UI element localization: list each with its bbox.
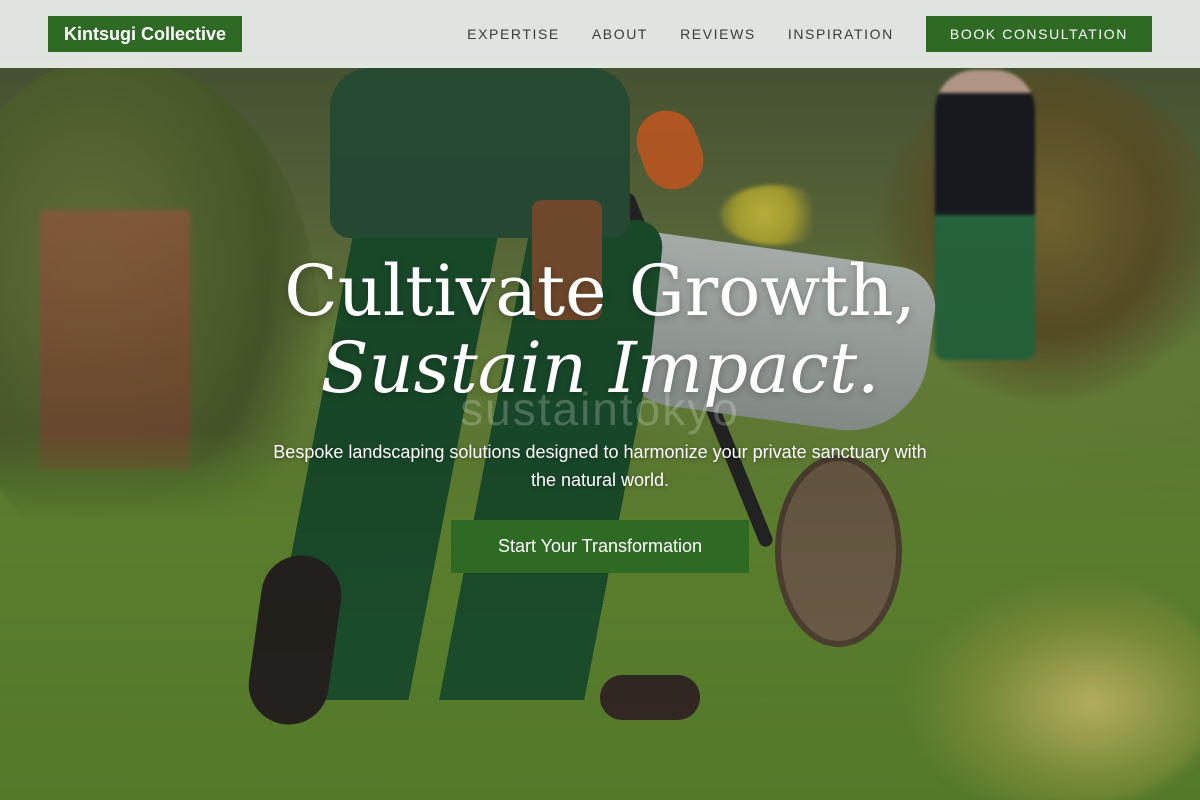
nav-link-expertise[interactable]: EXPERTISE [467,26,560,42]
navbar: Kintsugi Collective EXPERTISE ABOUT REVI… [0,0,1200,68]
nav-link-about[interactable]: ABOUT [592,26,648,42]
hero-headline-line1: Cultivate Growth, [284,250,916,332]
hero-headline-line2: Sustain Impact. [320,327,880,409]
hero-subtitle: Bespoke landscaping solutions designed t… [273,442,927,490]
start-transformation-button[interactable]: Start Your Transformation [451,520,749,573]
book-consultation-button[interactable]: BOOK CONSULTATION [925,16,1152,52]
brand-logo[interactable]: Kintsugi Collective [48,16,243,52]
nav-links: EXPERTISE ABOUT REVIEWS INSPIRATION BOOK… [467,16,1152,52]
hero-content: Cultivate Growth, Sustain Impact. Bespok… [0,250,1200,573]
nav-link-reviews[interactable]: REVIEWS [680,26,756,42]
nav-link-inspiration[interactable]: INSPIRATION [788,26,894,42]
